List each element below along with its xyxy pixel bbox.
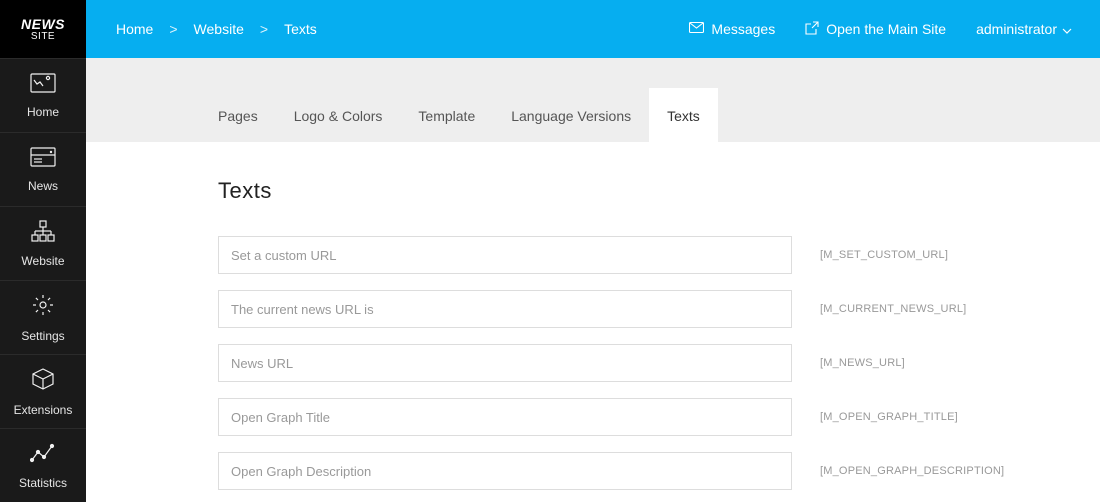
sidebar-label: News: [28, 179, 58, 193]
sidebar-item-settings[interactable]: Settings: [0, 280, 86, 354]
texts-panel: Texts [M_SET_CUSTOM_URL] [M_CURRENT_NEWS…: [86, 142, 1100, 502]
text-input-news-url[interactable]: [218, 344, 792, 382]
tabs: Pages Logo & Colors Template Language Ve…: [86, 58, 1100, 142]
text-field-row: [M_CURRENT_NEWS_URL]: [218, 290, 1060, 328]
open-main-label: Open the Main Site: [826, 21, 946, 37]
sidebar-label: Home: [27, 105, 59, 119]
sidebar-item-news[interactable]: News: [0, 132, 86, 206]
gear-icon: [31, 293, 55, 322]
breadcrumb: Home > Website > Texts: [116, 21, 689, 37]
text-input-set-custom-url[interactable]: [218, 236, 792, 274]
text-field-row: [M_OPEN_GRAPH_DESCRIPTION]: [218, 452, 1060, 490]
sidebar-label: Website: [21, 254, 64, 268]
text-field-row: [M_SET_CUSTOM_URL]: [218, 236, 1060, 274]
tab-logo-colors[interactable]: Logo & Colors: [276, 88, 401, 142]
box-icon: [31, 367, 55, 396]
website-icon: [30, 220, 56, 247]
home-icon: [30, 73, 56, 98]
messages-link[interactable]: Messages: [689, 21, 775, 37]
sidebar-item-extensions[interactable]: Extensions: [0, 354, 86, 428]
sidebar-label: Extensions: [14, 403, 73, 417]
user-name: administrator: [976, 21, 1057, 37]
message-icon: [689, 21, 704, 37]
text-input-open-graph-title[interactable]: [218, 398, 792, 436]
logo-title: NEWS: [21, 16, 65, 32]
text-field-row: [M_NEWS_URL]: [218, 344, 1060, 382]
user-menu[interactable]: administrator: [976, 21, 1072, 37]
text-key-label: [M_OPEN_GRAPH_DESCRIPTION]: [820, 465, 1004, 477]
open-main-site-link[interactable]: Open the Main Site: [805, 21, 946, 38]
text-field-row: [M_OPEN_GRAPH_TITLE]: [218, 398, 1060, 436]
breadcrumb-separator: >: [260, 21, 268, 37]
tab-pages[interactable]: Pages: [200, 88, 276, 142]
news-icon: [30, 147, 56, 172]
sidebar-item-website[interactable]: Website: [0, 206, 86, 280]
text-input-current-news-url[interactable]: [218, 290, 792, 328]
topbar: Home > Website > Texts Messages: [86, 0, 1100, 58]
text-key-label: [M_CURRENT_NEWS_URL]: [820, 303, 966, 315]
text-key-label: [M_OPEN_GRAPH_TITLE]: [820, 411, 958, 423]
page-title: Texts: [218, 178, 1060, 204]
breadcrumb-separator: >: [169, 21, 177, 37]
tab-texts[interactable]: Texts: [649, 88, 718, 142]
tab-language-versions[interactable]: Language Versions: [493, 88, 649, 142]
sidebar-label: Statistics: [19, 476, 67, 490]
sidebar-label: Settings: [21, 329, 64, 343]
text-input-open-graph-description[interactable]: [218, 452, 792, 490]
stats-icon: [30, 442, 56, 469]
breadcrumb-item-texts[interactable]: Texts: [284, 21, 317, 37]
logo[interactable]: NEWS SITE: [0, 0, 86, 58]
text-key-label: [M_NEWS_URL]: [820, 357, 905, 369]
sidebar-item-statistics[interactable]: Statistics: [0, 428, 86, 502]
logo-subtitle: SITE: [31, 31, 55, 42]
sidebar: NEWS SITE Home: [0, 0, 86, 502]
breadcrumb-item-home[interactable]: Home: [116, 21, 153, 37]
text-key-label: [M_SET_CUSTOM_URL]: [820, 249, 948, 261]
external-link-icon: [805, 21, 819, 38]
chevron-down-icon: [1062, 21, 1072, 37]
tab-template[interactable]: Template: [400, 88, 493, 142]
sidebar-item-home[interactable]: Home: [0, 58, 86, 132]
breadcrumb-item-website[interactable]: Website: [194, 21, 244, 37]
messages-label: Messages: [711, 21, 775, 37]
